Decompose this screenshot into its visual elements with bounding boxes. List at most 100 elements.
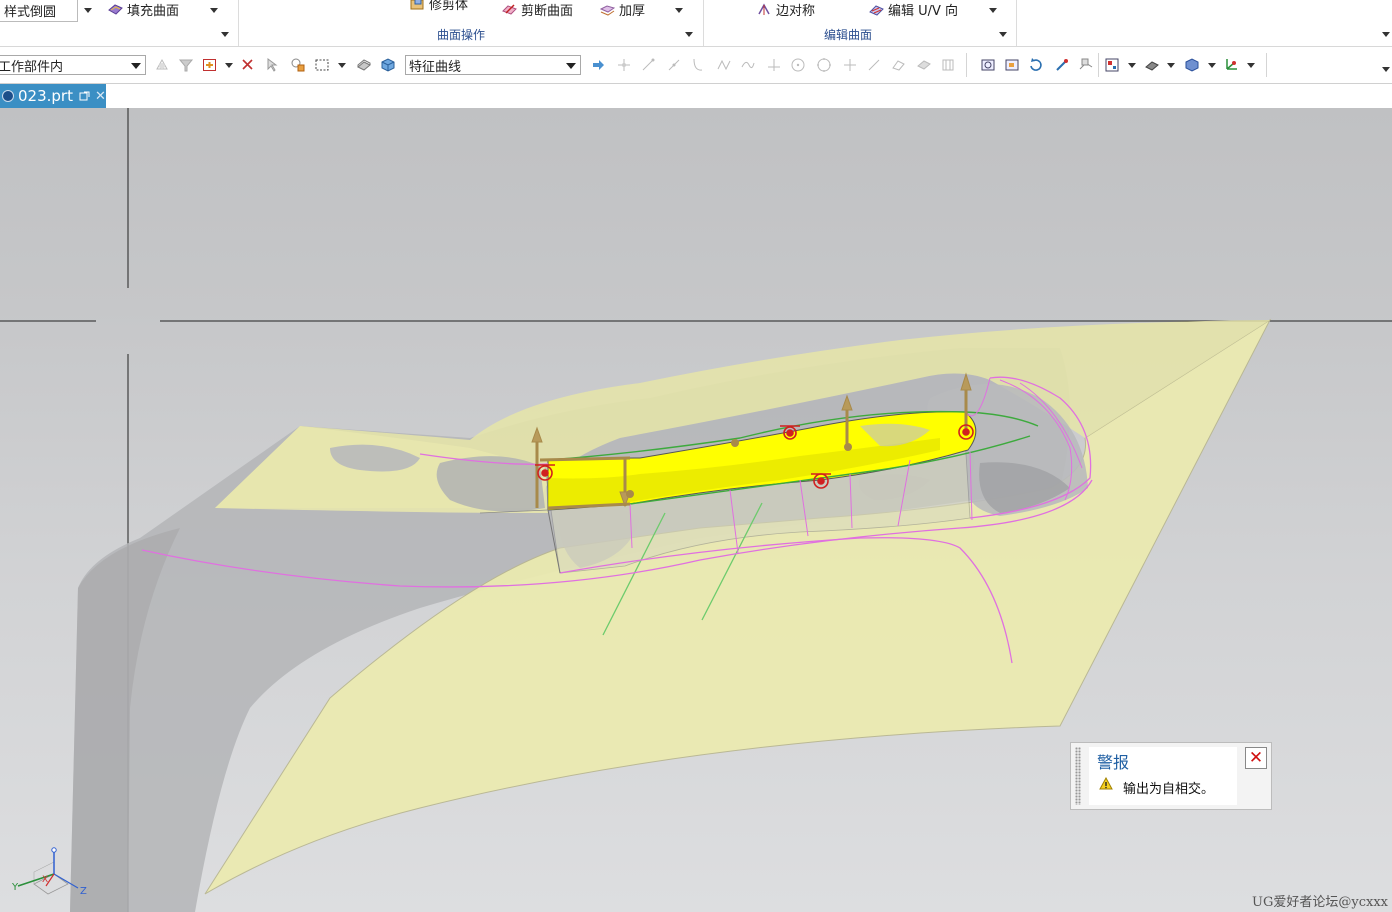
select-feature-dropdown-icon[interactable]: [225, 63, 233, 68]
curve-rule-arrow-icon: [566, 63, 576, 69]
alert-close-button[interactable]: ✕: [1245, 747, 1267, 769]
control-point: [626, 490, 634, 498]
filter-icon[interactable]: [178, 57, 194, 73]
edit-uv-dropdown-icon[interactable]: [989, 8, 997, 13]
triad-z-label: Z: [80, 886, 87, 896]
snap-point-on-face-icon[interactable]: [866, 57, 882, 73]
thicken-dropdown-icon[interactable]: [675, 8, 683, 13]
thicken-icon: [600, 4, 615, 16]
popout-icon[interactable]: [79, 91, 90, 102]
edge-symmetry-icon: [758, 2, 770, 15]
snap-point-icon[interactable]: [240, 57, 256, 73]
alert-drag-handle[interactable]: [1075, 747, 1081, 805]
shaded-icon[interactable]: [1144, 57, 1160, 73]
group-edit-surface-more-icon[interactable]: [999, 32, 1007, 37]
tab-close-icon[interactable]: ✕: [95, 89, 106, 104]
fill-surface-label: 填充曲面: [127, 3, 180, 19]
tab-label: 023.prt: [18, 87, 73, 105]
thicken-button[interactable]: 加厚: [600, 0, 646, 19]
fill-surface-dropdown-icon[interactable]: [210, 8, 218, 13]
snap-mid-point-icon[interactable]: [666, 57, 682, 73]
snap-control-point-icon[interactable]: [690, 57, 706, 73]
snap-curve-icon[interactable]: [740, 57, 756, 73]
alert-message: 输出为自相交。: [1123, 782, 1215, 797]
triad-y-label: Y: [11, 882, 19, 893]
trim-body-icon: [410, 0, 424, 9]
group-surface-ops-label: 曲面操作: [436, 28, 485, 42]
alert-popup: 警报 输出为自相交。 ✕: [1070, 742, 1272, 810]
perspective-icon[interactable]: [1078, 57, 1094, 73]
snap-bounded-icon[interactable]: [890, 57, 906, 73]
fill-surface-icon: [108, 3, 123, 15]
curve-rule-select[interactable]: 特征曲线: [405, 55, 581, 75]
cut-surface-label: 剪断曲面: [521, 3, 574, 19]
scope-select-arrow-icon: [131, 63, 141, 69]
ribbon: 样式倒圆 填充曲面 修剪体 剪断曲面 加厚 曲面操作 边对称 编辑 U/V 向 …: [0, 0, 1392, 47]
arrow-right-icon[interactable]: [590, 57, 606, 73]
thicken-label: 加厚: [619, 3, 646, 19]
select-body-icon[interactable]: [356, 57, 372, 73]
wcs-icon[interactable]: [1224, 57, 1240, 73]
warning-icon: [1099, 777, 1113, 790]
snap-intersection-icon[interactable]: [716, 57, 732, 73]
toolbar-separator: [1098, 53, 1099, 77]
snap-existing-point-icon[interactable]: [616, 57, 632, 73]
pick-tool-icon[interactable]: [264, 57, 280, 73]
part-icon: [2, 90, 14, 102]
zoom-window-icon[interactable]: [1004, 57, 1020, 73]
wcs-dropdown-icon[interactable]: [1247, 63, 1255, 68]
edit-uv-icon: [869, 4, 884, 16]
ribbon-group-surface-ops: 修剪体 剪断曲面 加厚 曲面操作: [238, 0, 704, 46]
toolbar-options-icon[interactable]: [1382, 67, 1390, 72]
render-style-dropdown-icon[interactable]: [1128, 63, 1136, 68]
group-surface-more-icon[interactable]: [221, 32, 229, 37]
coordinate-triad: Y X Z: [11, 847, 87, 896]
orient-view-icon[interactable]: [1184, 57, 1200, 73]
ribbon-group-edit-surface: 边对称 编辑 U/V 向 编辑曲面: [703, 0, 1017, 46]
watermark: UG爱好者论坛@ycxxx: [1252, 895, 1388, 910]
style-fillet-combo[interactable]: 样式倒圆: [0, 0, 78, 22]
edit-uv-button[interactable]: 编辑 U/V 向: [869, 0, 959, 19]
rectangle-select-dropdown-icon[interactable]: [338, 63, 346, 68]
deselect-icon[interactable]: [154, 57, 170, 73]
rectangle-select-icon[interactable]: [314, 57, 330, 73]
pan-icon[interactable]: [1054, 57, 1070, 73]
toolbar-separator: [966, 53, 967, 77]
snap-end-point-icon[interactable]: [640, 57, 656, 73]
fit-view-icon[interactable]: [980, 57, 996, 73]
triad-x-label: X: [42, 875, 48, 885]
select-face-icon[interactable]: [290, 57, 306, 73]
edge-symmetry-button[interactable]: 边对称: [757, 0, 815, 19]
document-tabbar: 023.prt ✕: [0, 84, 1392, 108]
scope-select[interactable]: 工作部件内: [0, 55, 146, 75]
rotate-icon[interactable]: [1028, 57, 1044, 73]
tab-023-prt[interactable]: 023.prt ✕: [0, 84, 106, 108]
snap-point-on-curve-icon[interactable]: [842, 57, 858, 73]
trim-body-button[interactable]: 修剪体: [410, 0, 469, 13]
ribbon-options-icon[interactable]: [1382, 32, 1390, 37]
snap-perpendicular-icon[interactable]: [766, 57, 782, 73]
curve-rule-value: 特征曲线: [409, 59, 462, 75]
snap-arc-center-icon[interactable]: [790, 57, 806, 73]
cut-surface-icon: [502, 3, 517, 15]
cut-surface-button[interactable]: 剪断曲面: [502, 0, 574, 19]
group-surface-ops-more-icon[interactable]: [685, 32, 693, 37]
shaded-dropdown-icon[interactable]: [1167, 63, 1175, 68]
alert-title: 警报: [1097, 753, 1130, 772]
trim-body-label: 修剪体: [429, 0, 469, 13]
edit-uv-label: 编辑 U/V 向: [888, 3, 959, 19]
snap-face-icon[interactable]: [916, 57, 932, 73]
scope-select-value: 工作部件内: [0, 59, 64, 75]
orient-view-dropdown-icon[interactable]: [1208, 63, 1216, 68]
fill-surface-button[interactable]: 填充曲面: [108, 0, 180, 19]
snap-quadrant-icon[interactable]: [816, 57, 832, 73]
style-fillet-label: 样式倒圆: [4, 5, 57, 20]
control-point: [731, 439, 739, 447]
ribbon-group-surface: 样式倒圆 填充曲面: [0, 0, 239, 46]
solid-body-icon[interactable]: [380, 57, 396, 73]
render-style-icon[interactable]: [1104, 57, 1120, 73]
snap-grid-icon[interactable]: [940, 57, 956, 73]
group-edit-surface-label: 编辑曲面: [823, 28, 872, 42]
select-feature-icon[interactable]: [202, 57, 218, 73]
style-fillet-dropdown-icon[interactable]: [84, 8, 92, 13]
